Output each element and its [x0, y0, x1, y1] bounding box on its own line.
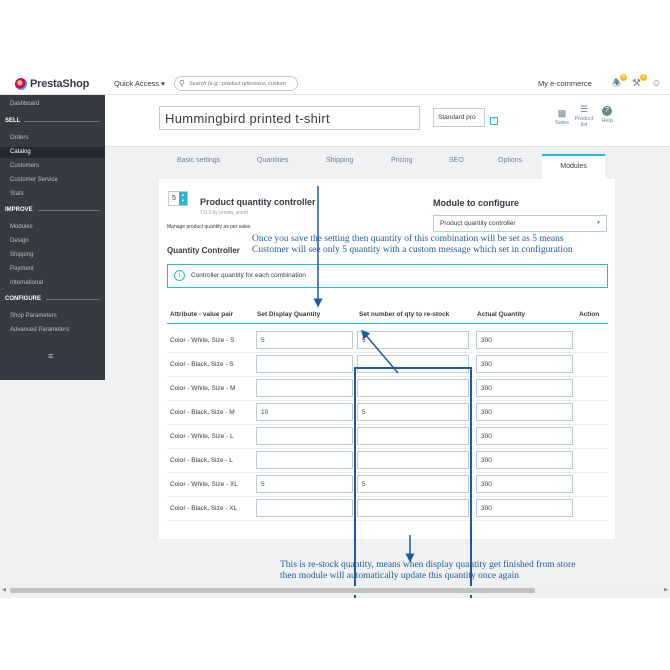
horizontal-scrollbar[interactable]: ◀ ▶ — [0, 586, 670, 595]
scroll-right-icon[interactable]: ▶ — [664, 587, 668, 593]
scroll-left-icon[interactable]: ◀ — [2, 587, 6, 593]
scrollbar-thumb[interactable] — [10, 588, 535, 593]
prestashop-admin-screen: PrestaShop Quick Access ▾ ⚲ My e-commerc… — [0, 73, 670, 598]
annotation-arrows — [313, 186, 415, 563]
arrow-to-restock-value — [361, 329, 399, 374]
